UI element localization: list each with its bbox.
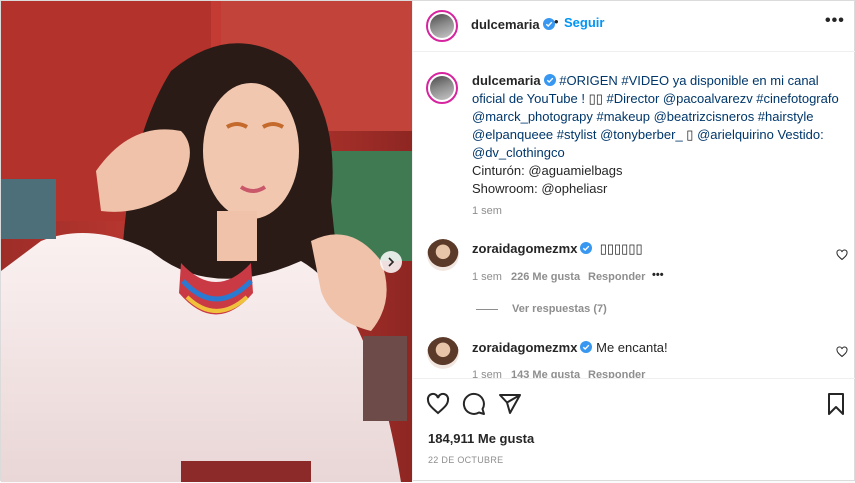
comment-2-likes[interactable]: 143 Me gusta [511,369,580,378]
commenter-avatar[interactable] [427,337,459,369]
comment-2-time[interactable]: 1 sem [472,369,502,378]
heart-icon[interactable] [426,392,450,416]
follow-button[interactable]: Seguir [564,15,604,30]
comment-2-reply-button[interactable]: Responder [588,369,645,378]
bookmark-icon[interactable] [824,392,848,416]
more-options-button[interactable]: ••• [825,12,845,30]
share-icon[interactable] [498,392,522,416]
chevron-right-icon [388,257,395,267]
author-avatar[interactable] [426,10,458,42]
next-media-button[interactable] [380,251,402,273]
verified-badge-icon [543,74,556,86]
comment-icon[interactable] [462,392,486,416]
caption-text: dulcemaria #ORIGEN #VIDEO ya disponible … [472,72,842,198]
post-media[interactable] [1,1,412,482]
comment-1: zoraidagomezmx ▯▯▯▯▯▯ [472,241,643,257]
emoji-glyphs: ▯▯ [588,91,603,106]
comment-1-reply-button[interactable]: Responder [588,271,645,283]
view-replies-button[interactable]: Ver respuestas (7) [512,303,607,315]
separator-dot: • [554,14,559,29]
commenter-avatar[interactable] [427,239,459,271]
post-actions: 184,911 Me gusta 22 DE OCTUBRE [413,378,855,483]
author-name-block: dulcemaria [471,16,555,34]
comment-1-emojis: ▯▯▯▯▯▯ [596,241,643,256]
comment-2-like-icon[interactable] [836,346,848,358]
comment-2: zoraidagomezmx Me encanta! [472,340,668,355]
caption-author-avatar[interactable] [426,72,458,104]
verified-badge-icon [580,341,593,353]
replies-divider [476,309,498,310]
comment-1-username[interactable]: zoraidagomezmx [472,241,577,256]
verified-badge-icon [542,18,555,30]
verified-badge-icon [580,242,593,254]
comment-2-text: Me encanta! [596,340,668,355]
post-date[interactable]: 22 DE OCTUBRE [428,455,503,465]
comments-section[interactable]: dulcemaria #ORIGEN #VIDEO ya disponible … [413,52,855,378]
comment-1-time[interactable]: 1 sem [472,271,502,283]
caption-time[interactable]: 1 sem [472,205,502,217]
comment-1-like-icon[interactable] [836,249,848,261]
post-header: dulcemaria • Seguir ••• [413,1,855,52]
caption-showroom[interactable]: Showroom: @opheliasr [472,181,607,196]
comment-2-username[interactable]: zoraidagomezmx [472,340,577,355]
post-sidebar: dulcemaria • Seguir ••• dulcemaria #ORIG… [412,1,855,482]
caption-username[interactable]: dulcemaria [472,73,541,88]
comment-1-likes[interactable]: 226 Me gusta [511,271,580,283]
likes-count[interactable]: 184,911 Me gusta [428,431,534,446]
post-card: dulcemaria • Seguir ••• dulcemaria #ORIG… [0,0,855,482]
author-username[interactable]: dulcemaria [471,17,540,32]
caption-cinturon[interactable]: Cinturón: @aguamielbags [472,163,623,178]
comment-1-options-button[interactable]: ••• [652,269,664,281]
post-photo [1,1,412,482]
